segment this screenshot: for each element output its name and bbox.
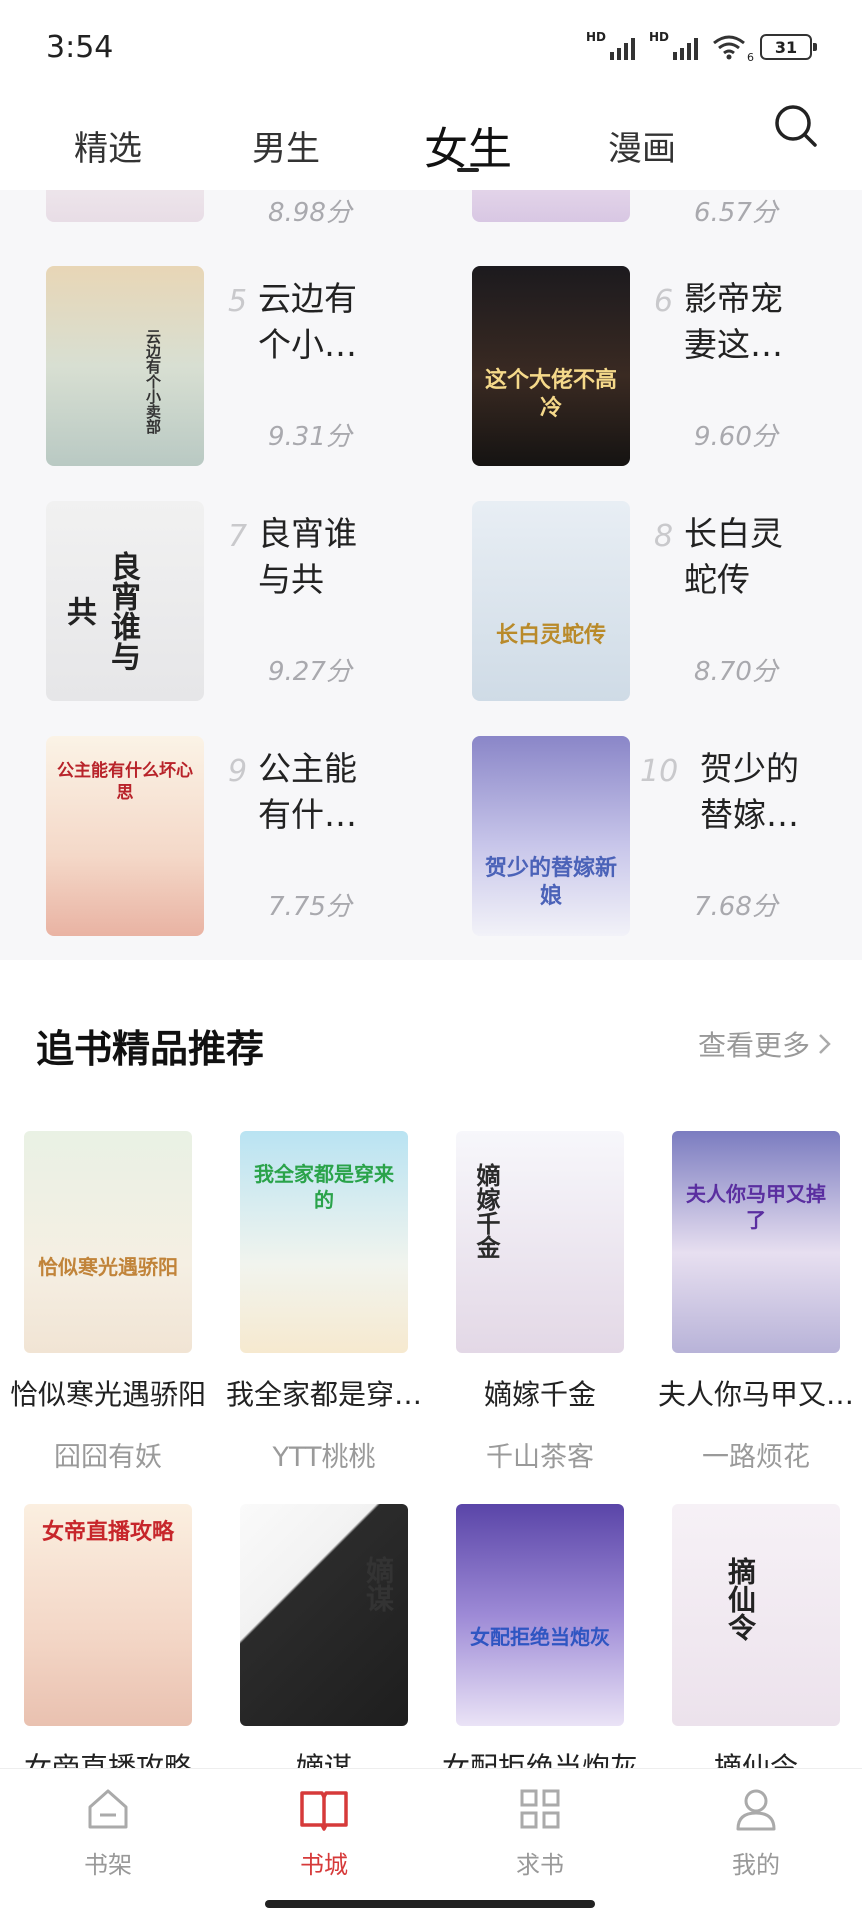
book-cover: 嫡谋: [240, 1504, 408, 1726]
recommend-section: 追书精品推荐 查看更多 恰似寒光遇骄阳 恰似寒光遇骄阳 囧囧有妖 我全家都是穿来…: [0, 968, 862, 1784]
book-author: 囧囧有妖: [54, 1442, 162, 1473]
ranking-list: 8.98分 6.57分 云边有个小卖部 5 云边有个小… 9.31分 这个大佬不…: [0, 190, 862, 960]
chevron-right-icon: [819, 1034, 831, 1054]
signal-icon: HD: [649, 30, 698, 60]
rank-item[interactable]: 云边有个小卖部 5 云边有个小… 9.31分: [46, 266, 446, 466]
rank-item[interactable]: 良宵谁与共 7 良宵谁与共 9.27分: [46, 501, 446, 701]
category-tabs: 精选 男生 女生 漫画: [0, 100, 862, 190]
book-cover: 这个大佬不高冷: [472, 266, 630, 466]
home-indicator[interactable]: [265, 1900, 595, 1908]
rank-score: 8.70分: [694, 657, 778, 687]
book-card[interactable]: 嫡嫁千金 嫡嫁千金 千山茶客: [432, 1131, 648, 1474]
book-title: 嫡嫁千金: [483, 1378, 596, 1411]
search-icon[interactable]: [772, 102, 820, 150]
view-more-link[interactable]: 查看更多: [698, 1024, 832, 1064]
rank-item-partial[interactable]: 8.98分: [46, 190, 446, 228]
rank-number: 9: [228, 754, 248, 789]
book-card[interactable]: 女帝直播攻略 女帝直播攻略: [0, 1504, 216, 1786]
nav-request[interactable]: 求书: [470, 1785, 610, 1880]
book-open-icon: [300, 1791, 348, 1831]
tab-female[interactable]: 女生: [400, 100, 536, 190]
book-cover: 云边有个小卖部: [46, 266, 204, 466]
book-card[interactable]: 嫡谋 嫡谋: [216, 1504, 432, 1786]
wifi-icon: 6: [712, 34, 754, 64]
book-cover: 我全家都是穿来的: [240, 1131, 408, 1353]
rank-number: 10: [640, 754, 679, 789]
grid-icon: [520, 1789, 560, 1829]
book-card[interactable]: 女配拒绝当炮灰 女配拒绝当炮灰: [432, 1504, 648, 1786]
status-time: 3:54: [46, 30, 114, 65]
nav-bookshelf[interactable]: 书架: [38, 1785, 178, 1880]
rank-item[interactable]: 贺少的替嫁新娘 10 贺少的替嫁… 7.68分: [472, 736, 862, 936]
status-icons: HD HD 6 31: [586, 30, 817, 64]
rank-score: 7.75分: [268, 892, 352, 922]
book-title: 恰似寒光遇骄阳: [9, 1378, 206, 1411]
book-cover: [472, 190, 630, 222]
book-card[interactable]: 恰似寒光遇骄阳 恰似寒光遇骄阳 囧囧有妖: [0, 1131, 216, 1474]
book-cover: 嫡嫁千金: [456, 1131, 624, 1353]
rank-number: 7: [228, 519, 248, 554]
signal-icon: HD: [586, 30, 635, 60]
person-icon: [736, 1789, 776, 1831]
book-cover: 良宵谁与共: [46, 501, 204, 701]
rank-number: 6: [654, 284, 674, 319]
rank-title: 公主能有什…: [258, 749, 357, 834]
book-cover: 恰似寒光遇骄阳: [24, 1131, 192, 1353]
rank-score: 8.98分: [268, 198, 352, 228]
book-author: 千山茶客: [486, 1442, 594, 1473]
rank-score: 9.31分: [268, 422, 352, 452]
rank-item[interactable]: 这个大佬不高冷 6 影帝宠妻这… 9.60分: [472, 266, 862, 466]
book-author: 一路烦花: [702, 1442, 810, 1473]
status-bar: 3:54 HD HD 6 31: [0, 0, 862, 100]
nav-profile[interactable]: 我的: [686, 1785, 826, 1880]
rank-score: 6.57分: [694, 198, 778, 228]
book-cover: 公主能有什么坏心思: [46, 736, 204, 936]
tab-comics[interactable]: 漫画: [584, 100, 700, 190]
rank-title: 云边有个小…: [258, 279, 357, 364]
section-title: 追书精品推荐: [36, 1027, 265, 1071]
book-title: 夫人你马甲又…: [657, 1378, 854, 1411]
rank-item-partial[interactable]: 6.57分: [472, 190, 862, 228]
book-author: YTT桃桃: [272, 1442, 376, 1473]
book-title: 我全家都是穿…: [225, 1378, 422, 1411]
battery-icon: 31: [760, 34, 817, 60]
rank-item[interactable]: 公主能有什么坏心思 9 公主能有什… 7.75分: [46, 736, 446, 936]
book-cover: 长白灵蛇传: [472, 501, 630, 701]
book-card[interactable]: 我全家都是穿来的 我全家都是穿… YTT桃桃: [216, 1131, 432, 1474]
book-cover: [46, 190, 204, 222]
book-card[interactable]: 摘仙令 摘仙令: [648, 1504, 862, 1786]
bookshelf-icon: [88, 1789, 128, 1829]
book-cover: 摘仙令: [672, 1504, 840, 1726]
rank-title: 长白灵蛇传: [684, 514, 783, 599]
rank-title: 良宵谁与共: [258, 514, 357, 599]
book-card[interactable]: 夫人你马甲又掉了 夫人你马甲又… 一路烦花: [648, 1131, 862, 1474]
rank-score: 9.27分: [268, 657, 352, 687]
book-cover: 夫人你马甲又掉了: [672, 1131, 840, 1353]
book-cover: 贺少的替嫁新娘: [472, 736, 630, 936]
rank-number: 5: [228, 284, 248, 319]
book-cover: 女帝直播攻略: [24, 1504, 192, 1726]
tab-featured[interactable]: 精选: [50, 100, 166, 190]
active-tab-indicator: [457, 168, 479, 172]
rank-score: 9.60分: [694, 422, 778, 452]
nav-bookstore[interactable]: 书城: [254, 1785, 394, 1880]
rank-title: 贺少的替嫁…: [700, 749, 799, 834]
rank-item[interactable]: 长白灵蛇传 8 长白灵蛇传 8.70分: [472, 501, 862, 701]
tab-male[interactable]: 男生: [228, 100, 344, 190]
bottom-navigation: 书架 书城 求书 我的: [0, 1768, 862, 1920]
book-cover: 女配拒绝当炮灰: [456, 1504, 624, 1726]
rank-number: 8: [654, 519, 674, 554]
rank-title: 影帝宠妻这…: [684, 279, 783, 364]
rank-score: 7.68分: [694, 892, 778, 922]
